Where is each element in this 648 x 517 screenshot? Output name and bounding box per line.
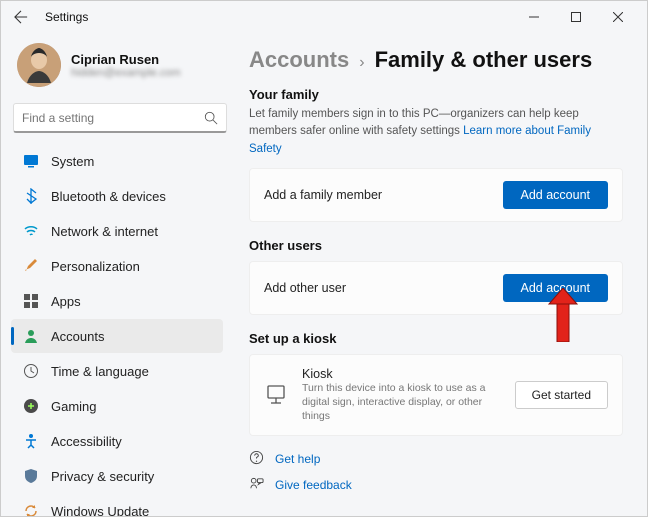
sidebar-item-label: Time & language: [51, 364, 149, 379]
search-icon: [204, 111, 218, 125]
sidebar-item-accessibility[interactable]: Accessibility: [11, 424, 223, 458]
sidebar-item-accounts[interactable]: Accounts: [11, 319, 223, 353]
sidebar-item-network[interactable]: Network & internet: [11, 214, 223, 248]
family-header: Your family: [249, 87, 623, 102]
minimize-button[interactable]: [513, 3, 555, 31]
help-icon: [249, 450, 265, 468]
add-family-member-card: Add a family member Add account: [249, 168, 623, 222]
page-title: Family & other users: [375, 47, 593, 73]
person-icon: [23, 328, 39, 344]
update-icon: [23, 503, 39, 516]
sidebar-item-personalization[interactable]: Personalization: [11, 249, 223, 283]
other-users-header: Other users: [249, 238, 623, 253]
wifi-icon: [23, 223, 39, 239]
kiosk-header: Set up a kiosk: [249, 331, 623, 346]
kiosk-icon: [264, 383, 288, 407]
add-family-account-button[interactable]: Add account: [503, 181, 609, 209]
sidebar-item-label: System: [51, 154, 94, 169]
add-family-label: Add a family member: [264, 188, 382, 202]
sidebar-item-label: Privacy & security: [51, 469, 154, 484]
kiosk-get-started-button[interactable]: Get started: [515, 381, 608, 409]
help-links: Get help Give feedback: [249, 450, 623, 494]
sidebar-item-label: Accounts: [51, 329, 104, 344]
sidebar-item-label: Gaming: [51, 399, 97, 414]
sidebar-item-label: Accessibility: [51, 434, 122, 449]
sidebar-item-label: Network & internet: [51, 224, 158, 239]
sidebar: Ciprian Rusen hidden@example.com System …: [1, 33, 233, 516]
kiosk-desc: Turn this device into a kiosk to use as …: [302, 381, 501, 424]
search-input[interactable]: [13, 103, 227, 133]
profile-name: Ciprian Rusen: [71, 52, 181, 67]
feedback-icon: [249, 476, 265, 494]
gaming-icon: [23, 398, 39, 414]
close-button[interactable]: [597, 3, 639, 31]
bluetooth-icon: [23, 188, 39, 204]
add-other-user-label: Add other user: [264, 281, 346, 295]
kiosk-title: Kiosk: [302, 367, 501, 381]
back-button[interactable]: [9, 5, 33, 29]
add-other-user-card: Add other user Add account: [249, 261, 623, 315]
search-field[interactable]: [22, 111, 204, 125]
apps-icon: [23, 293, 39, 309]
shield-icon: [23, 468, 39, 484]
nav: System Bluetooth & devices Network & int…: [7, 143, 233, 516]
accessibility-icon: [23, 433, 39, 449]
avatar: [17, 43, 61, 87]
sidebar-item-privacy[interactable]: Privacy & security: [11, 459, 223, 493]
give-feedback-link[interactable]: Give feedback: [249, 476, 623, 494]
profile-email: hidden@example.com: [71, 67, 181, 79]
sidebar-item-label: Bluetooth & devices: [51, 189, 166, 204]
breadcrumb-parent[interactable]: Accounts: [249, 47, 349, 73]
sidebar-item-update[interactable]: Windows Update: [11, 494, 223, 516]
maximize-button[interactable]: [555, 3, 597, 31]
arrow-left-icon: [14, 10, 28, 24]
breadcrumb: Accounts › Family & other users: [249, 47, 623, 73]
sidebar-item-label: Windows Update: [51, 504, 149, 517]
profile-text: Ciprian Rusen hidden@example.com: [71, 52, 181, 79]
settings-window: Settings Ciprian Rusen hidden@example.co…: [0, 0, 648, 517]
breadcrumb-separator: ›: [359, 54, 364, 72]
get-help-link[interactable]: Get help: [249, 450, 623, 468]
sidebar-item-label: Apps: [51, 294, 81, 309]
window-body: Ciprian Rusen hidden@example.com System …: [1, 33, 647, 516]
profile-block[interactable]: Ciprian Rusen hidden@example.com: [7, 39, 233, 97]
kiosk-card: Kiosk Turn this device into a kiosk to u…: [249, 354, 623, 437]
sidebar-item-gaming[interactable]: Gaming: [11, 389, 223, 423]
clock-icon: [23, 363, 39, 379]
sidebar-item-label: Personalization: [51, 259, 140, 274]
sidebar-item-bluetooth[interactable]: Bluetooth & devices: [11, 179, 223, 213]
window-title: Settings: [45, 10, 88, 24]
add-other-account-button[interactable]: Add account: [503, 274, 609, 302]
sidebar-item-apps[interactable]: Apps: [11, 284, 223, 318]
display-icon: [23, 153, 39, 169]
window-controls: [513, 3, 639, 31]
title-bar: Settings: [1, 1, 647, 33]
brush-icon: [23, 258, 39, 274]
content-area: Accounts › Family & other users Your fam…: [233, 33, 647, 516]
sidebar-item-time[interactable]: Time & language: [11, 354, 223, 388]
family-description: Let family members sign in to this PC—or…: [249, 106, 623, 158]
sidebar-item-system[interactable]: System: [11, 144, 223, 178]
